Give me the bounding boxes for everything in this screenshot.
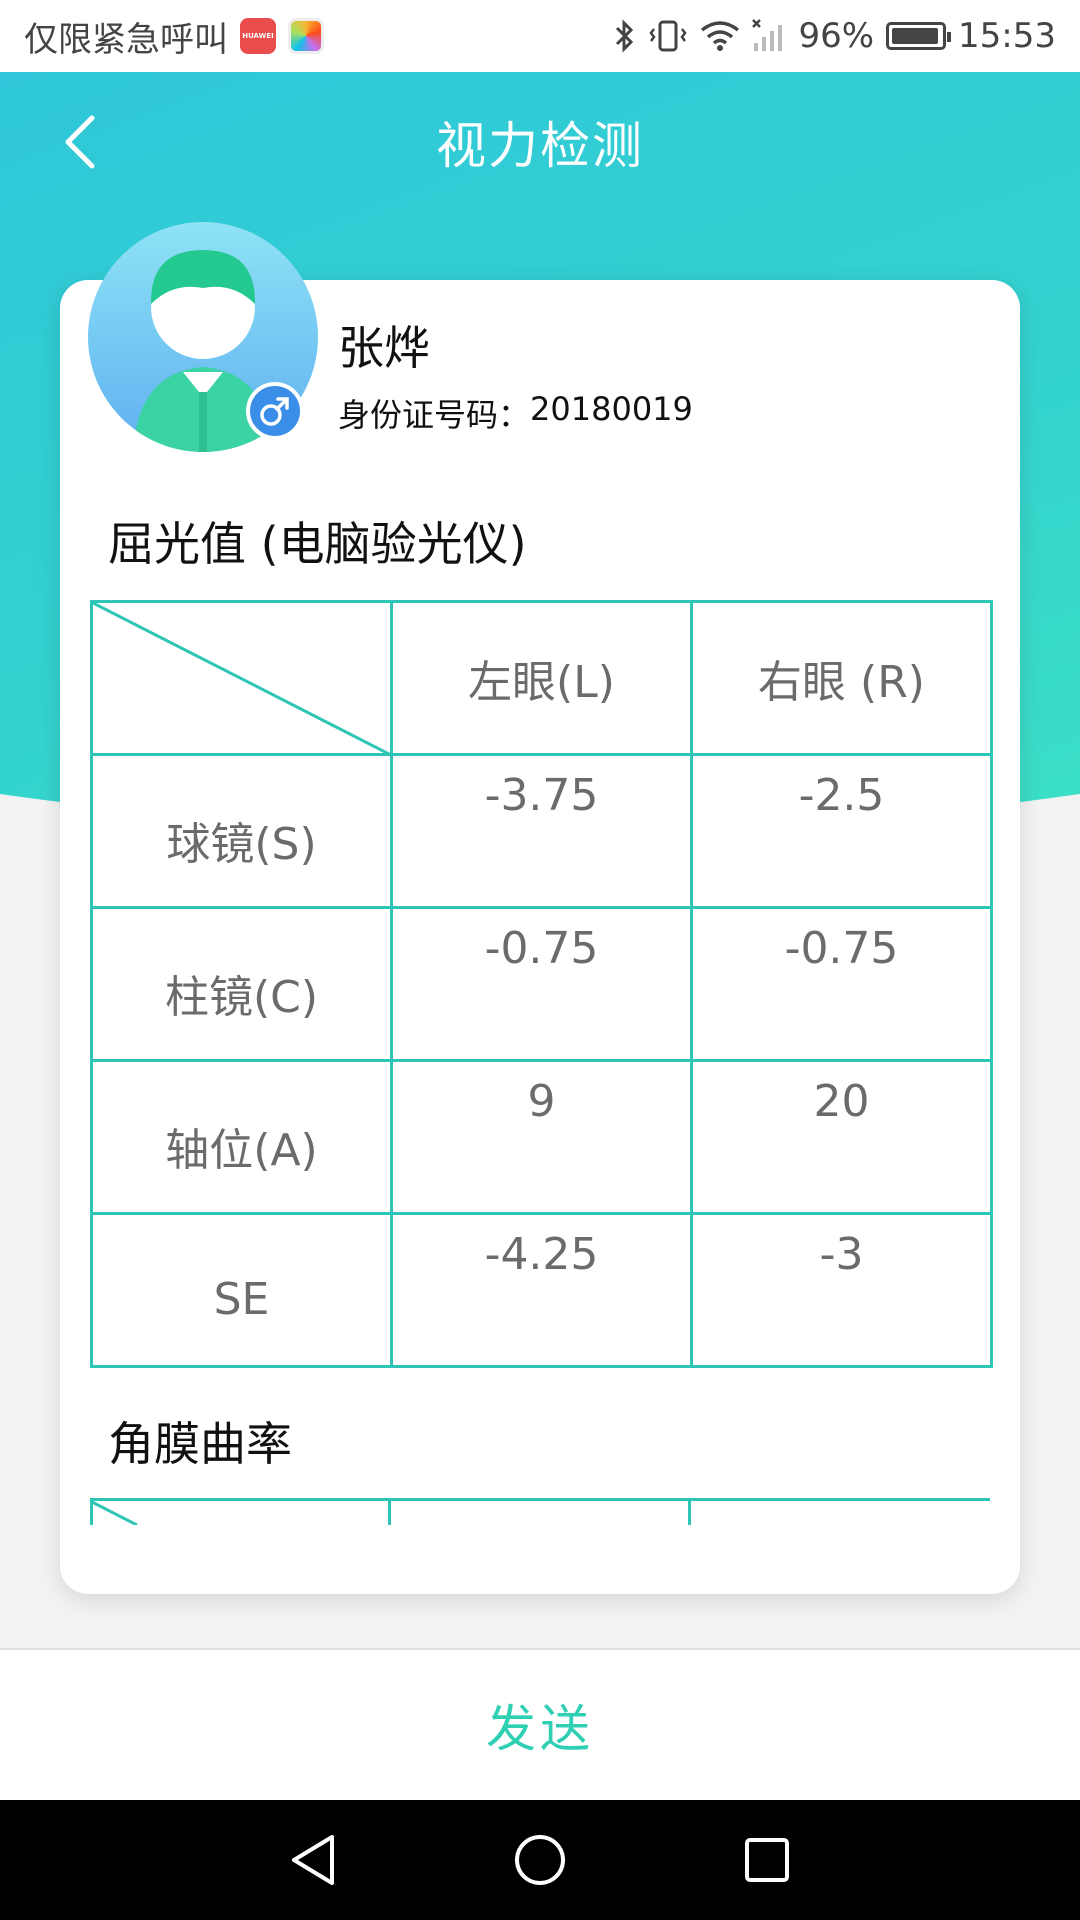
nav-recents-button[interactable] bbox=[727, 1820, 807, 1900]
row-label-axis: 轴位(A) bbox=[90, 1059, 393, 1215]
vibrate-icon bbox=[648, 19, 688, 53]
table-line bbox=[688, 1501, 691, 1525]
cell-cylinder-left: -0.75 bbox=[390, 906, 693, 1062]
refraction-table: 左眼(L) 右眼 (R) 球镜(S) -3.75 -2.5 柱镜(C) -0.7… bbox=[90, 600, 993, 1368]
table-row: SE -4.25 -3 bbox=[90, 1212, 993, 1368]
row-label-se: SE bbox=[90, 1212, 393, 1368]
circle-home-icon bbox=[514, 1835, 565, 1885]
status-right: 96% 15:53 bbox=[614, 16, 1056, 56]
table-corner-cell bbox=[90, 600, 393, 756]
column-header-right-eye: 右眼 (R) bbox=[690, 600, 993, 756]
battery-fill bbox=[892, 28, 939, 44]
status-left: 仅限紧急呼叫 HUAWEI bbox=[24, 12, 324, 61]
id-label: 身份证号码： bbox=[338, 396, 531, 434]
section-title-cornea: 角膜曲率 bbox=[108, 1417, 292, 1471]
table-corner-diagonal bbox=[90, 1501, 138, 1525]
signal-icon bbox=[752, 19, 786, 53]
clock: 15:53 bbox=[958, 16, 1056, 56]
nav-back-button[interactable] bbox=[273, 1820, 353, 1900]
cell-se-left: -4.25 bbox=[390, 1212, 693, 1368]
huawei-app-icon: HUAWEI bbox=[240, 18, 276, 54]
cell-axis-right: 20 bbox=[690, 1059, 993, 1215]
cell-sphere-right: -2.5 bbox=[690, 753, 993, 909]
bottom-action-bar: 发送 bbox=[0, 1648, 1080, 1800]
table-row: 柱镜(C) -0.75 -0.75 bbox=[90, 906, 993, 1062]
cornea-table-partial bbox=[90, 1498, 990, 1525]
cell-axis-left: 9 bbox=[390, 1059, 693, 1215]
back-button[interactable] bbox=[44, 102, 116, 182]
table-row: 轴位(A) 9 20 bbox=[90, 1059, 993, 1215]
table-row: 球镜(S) -3.75 -2.5 bbox=[90, 753, 993, 909]
male-icon bbox=[260, 397, 289, 426]
status-bar: 仅限紧急呼叫 HUAWEI 96% 15:53 bbox=[0, 0, 1080, 72]
battery-percent: 96% bbox=[798, 16, 875, 56]
row-label-cylinder: 柱镜(C) bbox=[90, 906, 393, 1062]
nav-bar: 视力检测 bbox=[0, 72, 1080, 212]
info-card: 左眼(L) 右眼 (R) 球镜(S) -3.75 -2.5 柱镜(C) -0.7… bbox=[60, 280, 1020, 1594]
user-name: 张烨 bbox=[338, 321, 430, 375]
column-header-left-eye: 左眼(L) bbox=[390, 600, 693, 756]
wifi-icon bbox=[700, 20, 740, 52]
bluetooth-icon bbox=[614, 19, 636, 53]
id-line: 身份证号码： 20180019 bbox=[338, 390, 693, 436]
section-title-refraction: 屈光值 (电脑验光仪) bbox=[108, 517, 527, 571]
gender-badge bbox=[246, 382, 304, 440]
send-button[interactable]: 发送 bbox=[406, 1669, 674, 1781]
triangle-back-icon bbox=[292, 1835, 335, 1885]
cell-sphere-left: -3.75 bbox=[390, 753, 693, 909]
gallery-app-icon bbox=[288, 18, 324, 54]
table-line bbox=[388, 1501, 391, 1525]
square-recents-icon bbox=[744, 1838, 789, 1882]
table-header-row: 左眼(L) 右眼 (R) bbox=[90, 600, 993, 756]
page-title: 视力检测 bbox=[436, 117, 644, 175]
battery-icon bbox=[886, 22, 952, 50]
chevron-left-icon bbox=[65, 115, 95, 169]
huawei-badge-text: HUAWEI bbox=[242, 32, 274, 40]
id-value: 20180019 bbox=[530, 390, 693, 428]
cell-cylinder-right: -0.75 bbox=[690, 906, 993, 1062]
nav-home-button[interactable] bbox=[500, 1820, 580, 1900]
row-label-sphere: 球镜(S) bbox=[90, 753, 393, 909]
cell-se-right: -3 bbox=[690, 1212, 993, 1368]
system-nav-bar bbox=[0, 1800, 1080, 1920]
carrier-text: 仅限紧急呼叫 bbox=[24, 19, 228, 60]
